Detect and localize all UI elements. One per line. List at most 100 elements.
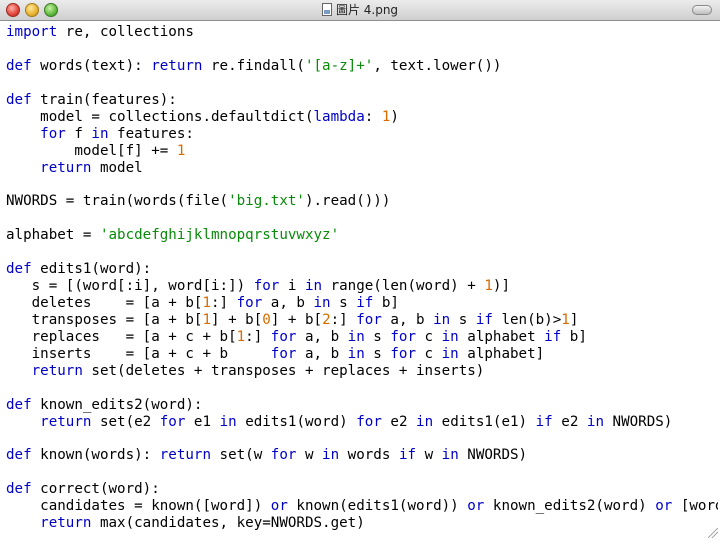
resize-grip-icon[interactable]	[708, 528, 718, 538]
code-token: ] + b[	[211, 311, 263, 328]
code-image-content: import re, collections def words(text): …	[6, 24, 718, 536]
code-token-keyword: return	[40, 515, 92, 532]
code-token: alphabet =	[6, 227, 100, 244]
code-token: deletes = [a + b[	[6, 295, 203, 311]
code-token-keyword: return	[31, 362, 83, 379]
code-token: ] + b[	[270, 311, 323, 328]
code-token: NWORDS = train(words(file(	[6, 193, 229, 210]
code-token: model	[91, 159, 143, 176]
code-token: inserts = [a + c + b	[6, 345, 271, 362]
code-token-number: 1	[561, 311, 570, 328]
code-token-string: '[a-z]+'	[304, 57, 374, 74]
code-token-keyword: in	[347, 328, 365, 345]
code-token-keyword: def	[6, 261, 32, 278]
code-token: model = collections.defaultdict(	[6, 108, 314, 125]
code-token: a, b	[296, 345, 348, 362]
code-token: candidates = known([word])	[6, 498, 271, 515]
code-line: def words(text): return re.findall('[a-z…	[6, 58, 718, 75]
code-token: max(candidates, key=NWORDS.get)	[91, 515, 365, 532]
code-token: train(features):	[31, 91, 177, 108]
code-token: c	[416, 345, 442, 362]
code-token: ).read()))	[304, 193, 391, 210]
code-token-number: 1	[236, 328, 246, 345]
code-token: known(words):	[31, 447, 160, 464]
code-token: len(b)>	[492, 311, 562, 328]
code-token-keyword: for	[253, 278, 280, 295]
code-token-keyword: for	[236, 295, 263, 311]
code-token: s	[330, 295, 357, 311]
code-line: def train(features):	[6, 92, 718, 109]
code-token: ]	[569, 311, 579, 328]
code-token: correct(word):	[31, 481, 160, 498]
code-line: model[f] += 1	[6, 143, 718, 160]
code-line: s = [(word[:i], word[i:]) for i in range…	[6, 278, 718, 295]
code-line: alphabet = 'abcdefghijklmnopqrstuvwxyz'	[6, 227, 718, 244]
code-token-keyword: return	[40, 413, 92, 430]
code-token-keyword: in	[586, 413, 604, 430]
code-line: return model	[6, 160, 718, 177]
code-token-string: 'abcdefghijklmnopqrstuvwxyz'	[99, 227, 340, 244]
code-token-keyword: if	[356, 295, 374, 311]
code-token: a, b	[381, 311, 434, 328]
code-token-keyword: for	[356, 311, 382, 328]
code-token: [word]	[680, 498, 718, 515]
code-token: re.findall(	[202, 57, 305, 74]
code-line: return set(e2 for e1 in edits1(word) for…	[6, 414, 718, 431]
code-line: model = collections.defaultdict(lambda: …	[6, 109, 718, 126]
code-line: for f in features:	[6, 126, 718, 143]
code-token: features:	[108, 125, 194, 142]
code-token: , text.lower())	[373, 57, 502, 74]
code-token: edits1(e1)	[433, 413, 536, 430]
code-token-keyword: in	[441, 328, 459, 345]
code-token-keyword: return	[40, 159, 92, 176]
code-token: set(e2	[91, 413, 160, 430]
code-line: NWORDS = train(words(file('big.txt').rea…	[6, 193, 718, 210]
code-token: s = [(word[:i], word[i:])	[6, 278, 254, 295]
code-token-keyword: for	[270, 328, 297, 345]
code-token: alphabet	[458, 328, 545, 345]
code-token: s	[450, 311, 476, 328]
code-line: replaces = [a + c + b[1:] for a, b in s …	[6, 329, 718, 346]
code-token-keyword: for	[159, 413, 186, 430]
code-token: range(len(word) +	[322, 278, 485, 295]
code-line: def correct(word):	[6, 481, 718, 498]
code-token: i	[279, 278, 305, 295]
window-title-group: 圖片 4.png	[0, 2, 720, 18]
toolbar-toggle-button[interactable]	[692, 5, 712, 15]
code-token: :	[364, 108, 382, 125]
code-token-keyword: in	[441, 345, 459, 362]
code-token-keyword: for	[270, 447, 297, 464]
code-token: known_edits2(word)	[484, 498, 656, 515]
code-token: model[f] +=	[6, 142, 177, 159]
code-token-number: 0	[262, 311, 271, 328]
code-token-keyword: import	[6, 24, 58, 40]
code-token: b]	[561, 328, 587, 345]
code-token-keyword: in	[441, 447, 459, 464]
code-token: words(text):	[31, 57, 152, 74]
code-token: )	[390, 108, 399, 125]
code-token: )]	[492, 278, 510, 295]
code-token-keyword: if	[544, 328, 562, 345]
code-token-number: 1	[202, 295, 212, 311]
code-token-keyword: return	[159, 447, 211, 464]
code-line: candidates = known([word]) or known(edit…	[6, 498, 718, 515]
code-token-keyword: in	[91, 125, 109, 142]
code-token: w	[416, 447, 442, 464]
code-token: re, collections	[57, 24, 194, 40]
code-token: e2	[381, 413, 417, 430]
title-bar[interactable]: 圖片 4.png	[0, 0, 720, 21]
code-token-keyword: if	[475, 311, 493, 328]
code-line: deletes = [a + b[1:] for a, b in s if b]	[6, 295, 718, 312]
code-token: e1	[185, 413, 220, 430]
code-token: f	[65, 125, 92, 142]
code-token: :]	[330, 311, 357, 328]
code-line: def edits1(word):	[6, 261, 718, 278]
code-token: set(w	[211, 447, 271, 464]
